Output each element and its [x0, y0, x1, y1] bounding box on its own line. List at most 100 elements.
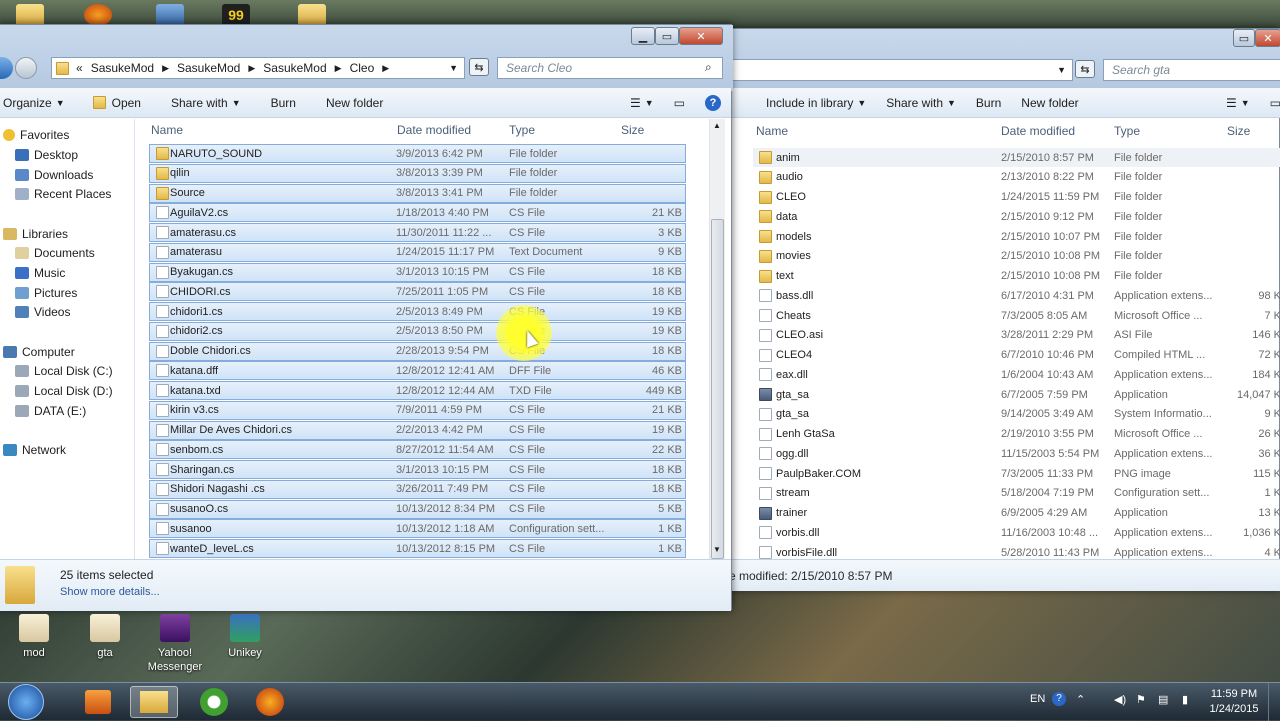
nav-recent-places[interactable]: Recent Places [15, 185, 111, 203]
file-row[interactable]: Cheats 7/3/2005 8:05 AM Microsoft Office .… [753, 306, 1280, 325]
nav-desktop[interactable]: Desktop [15, 146, 78, 164]
nav-local-disk-d[interactable]: Local Disk (D:) [15, 382, 113, 400]
show-desktop-button[interactable] [1268, 683, 1280, 721]
tray-caret-icon[interactable]: ⌃ [1076, 693, 1085, 706]
col-date[interactable]: Date modified [397, 123, 471, 137]
breadcrumb-cleo[interactable]: Cleo [350, 61, 375, 75]
monitor-icon[interactable] [156, 4, 184, 26]
nav-libraries[interactable]: Libraries [3, 225, 68, 243]
file-row[interactable]: katana.dff 12/8/2012 12:41 AM DFF File 46 K… [149, 361, 686, 381]
search-icon[interactable]: ⌕ [705, 60, 712, 75]
close-button[interactable]: ✕ [1255, 29, 1280, 47]
explorer-taskbar-icon[interactable] [130, 686, 178, 718]
refresh-button[interactable]: ⇆ [1075, 60, 1095, 78]
media-player-icon[interactable] [74, 686, 122, 718]
scroll-up-icon[interactable]: ▲ [713, 121, 721, 130]
nav-downloads[interactable]: Downloads [15, 166, 93, 184]
language-indicator[interactable]: EN [1030, 693, 1045, 705]
file-row[interactable]: audio 2/13/2010 8:22 PM File folder [753, 168, 1280, 187]
file-row[interactable]: eax.dll 1/6/2004 10:43 AM Application exte… [753, 365, 1280, 384]
burn-button[interactable]: Burn [271, 96, 296, 110]
file-row[interactable]: Byakugan.cs 3/1/2013 10:15 PM CS File 18 KB [149, 262, 686, 282]
breadcrumb-overflow[interactable]: « [76, 61, 83, 75]
nav-pictures[interactable]: Pictures [15, 284, 77, 302]
app-green-icon[interactable] [190, 686, 238, 718]
file-row[interactable]: qilin 3/8/2013 3:39 PM File folder [149, 163, 686, 183]
file-row[interactable]: data 2/15/2010 9:12 PM File folder [753, 207, 1280, 226]
col-name[interactable]: Name [756, 124, 788, 138]
file-row[interactable]: senbom.cs 8/27/2012 11:54 AM CS File 22 KB [149, 440, 686, 460]
preview-pane-icon[interactable]: ▭ [674, 96, 685, 110]
file-row[interactable]: PaulpBaker.COM 7/3/2005 11:33 PM PNG image… [753, 464, 1280, 483]
nav-local-disk-c[interactable]: Local Disk (C:) [15, 362, 113, 380]
file-row[interactable]: CLEO4 6/7/2010 10:46 PM Compiled HTML ... 7… [753, 346, 1280, 365]
file-row[interactable]: NARUTO_SOUND 3/9/2013 6:42 PM File folder [149, 144, 686, 163]
volume-icon[interactable]: ◀) [1114, 693, 1126, 706]
restore-button[interactable]: ▭ [1233, 29, 1255, 47]
close-button[interactable]: ✕ [679, 27, 723, 45]
nav-network[interactable]: Network [3, 441, 66, 459]
open-button[interactable]: Open [92, 96, 141, 110]
col-type[interactable]: Type [509, 123, 535, 137]
file-row[interactable]: wanteD_leveL.cs 10/13/2012 8:15 PM CS File… [149, 539, 686, 558]
col-name[interactable]: Name [151, 123, 183, 137]
show-more-details-link[interactable]: Show more details... [60, 586, 160, 598]
clock-time[interactable]: 11:59 PM [1206, 688, 1262, 700]
file-row[interactable]: CLEO 1/24/2015 11:59 PM File folder [753, 188, 1280, 207]
file-row[interactable]: Doble Chidori.cs2/28/2013 9:54 PMCS File… [149, 341, 686, 361]
nav-music[interactable]: Music [15, 264, 65, 282]
view-options-icon[interactable]: ☰ ▼ [1226, 96, 1250, 110]
search-input[interactable]: Search Cleo [497, 57, 723, 79]
file-row[interactable]: Millar De Aves Chidori.cs 2/2/2013 4:42 P… [149, 420, 686, 440]
file-row[interactable]: vorbis.dll 11/16/2003 10:48 ... Applicatio… [753, 523, 1280, 542]
flag-icon[interactable]: ⚑ [1136, 693, 1146, 706]
battery-icon[interactable]: ▮ [1182, 693, 1188, 706]
col-date[interactable]: Date modified [1001, 124, 1075, 138]
firefox-icon[interactable] [84, 4, 112, 26]
nav-data-e[interactable]: DATA (E:) [15, 402, 86, 420]
file-row[interactable]: gta_sa 9/14/2005 3:49 AM System Informatio… [753, 405, 1280, 424]
file-row[interactable]: susanoo 10/13/2012 1:18 AM Configuration s… [149, 519, 686, 539]
desktop-icon-unikey[interactable]: Unikey [215, 614, 275, 660]
clock-date[interactable]: 1/24/2015 [1206, 703, 1262, 715]
new-folder-button[interactable]: New folder [326, 96, 383, 110]
file-row[interactable]: Lenh GtaSa 2/19/2010 3:55 PM Microsoft Off… [753, 425, 1280, 444]
breadcrumb-sasukemod[interactable]: SasukeMod [177, 61, 240, 75]
preview-pane-icon[interactable]: ▭ [1270, 96, 1280, 110]
share-with-menu[interactable]: Share with ▼ [171, 96, 241, 110]
file-row[interactable]: gta_sa 6/7/2005 7:59 PM Application 14,047 … [753, 385, 1280, 404]
file-row[interactable]: vorbisFile.dll 5/28/2010 11:43 PM Applicat… [753, 543, 1280, 562]
burn-button[interactable]: Burn [976, 96, 1001, 110]
game-icon[interactable]: 99 [222, 4, 250, 26]
file-row[interactable]: chidori1.cs2/5/2013 8:49 PMCS File19 KB [149, 302, 686, 321]
file-row[interactable]: Shidori Nagashi .cs 3/26/2011 7:49 PM CS F… [149, 479, 686, 499]
nav-videos[interactable]: Videos [15, 303, 70, 321]
file-row[interactable]: ogg.dll 11/15/2003 5:54 PM Application ext… [753, 444, 1280, 463]
file-row[interactable]: amaterasu 1/24/2015 11:17 PM Text Document… [149, 242, 686, 262]
new-folder-button[interactable]: New folder [1021, 96, 1078, 110]
col-size[interactable]: Size [1227, 124, 1250, 138]
nav-computer[interactable]: Computer [3, 343, 75, 361]
file-row[interactable]: bass.dll 6/17/2010 4:31 PM Application ext… [753, 286, 1280, 305]
start-button[interactable] [8, 684, 44, 720]
nav-favorites[interactable]: Favorites [3, 126, 69, 144]
folder-icon[interactable] [298, 4, 326, 26]
chevron-down-icon[interactable]: ▼ [1057, 65, 1066, 75]
help-tray-icon[interactable]: ? [1052, 692, 1066, 706]
desktop-icon-folder[interactable]: mod [4, 614, 64, 660]
network-tray-icon[interactable]: ▤ [1158, 693, 1168, 706]
nav-documents[interactable]: Documents [15, 244, 95, 262]
address-bar[interactable]: ▼ [701, 59, 1073, 81]
file-row[interactable]: chidori2.cs2/5/2013 8:50 PMCS File19 KB [149, 321, 686, 341]
include-in-library-menu[interactable]: Include in library ▼ [766, 96, 866, 110]
file-row[interactable]: kirin v3.cs 7/9/2011 4:59 PM CS File 21 KB [149, 400, 686, 420]
firefox-icon[interactable] [246, 686, 294, 718]
file-row[interactable]: amaterasu.cs 11/30/2011 11:22 ... CS File 3… [149, 223, 686, 242]
minimize-button[interactable]: ▁ [631, 27, 655, 45]
share-with-menu[interactable]: Share with ▼ [886, 96, 956, 110]
folder-icon[interactable] [16, 4, 44, 26]
file-row[interactable]: susanoO.cs 10/13/2012 8:34 PM CS File 5 KB [149, 499, 686, 519]
breadcrumb-sasukemod[interactable]: SasukeMod [91, 61, 154, 75]
col-type[interactable]: Type [1114, 124, 1140, 138]
maximize-button[interactable]: ▭ [655, 27, 679, 45]
